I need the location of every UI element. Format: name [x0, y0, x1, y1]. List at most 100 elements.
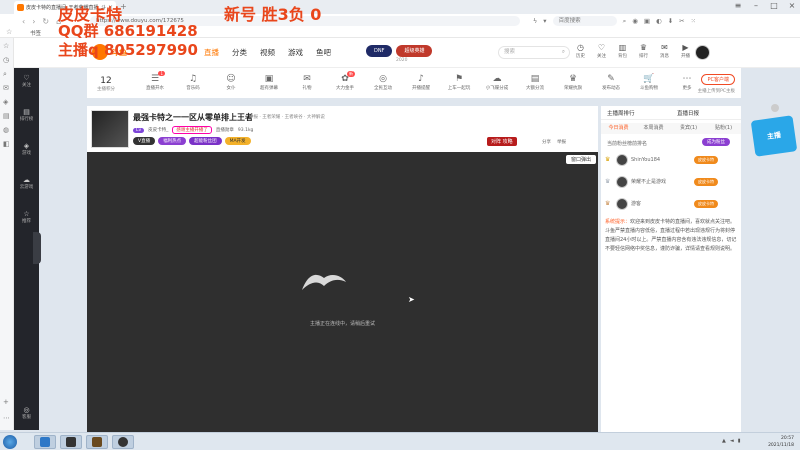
left-nav-follow[interactable]: ♡ 关注 — [14, 74, 39, 88]
video-player[interactable]: 窗口弹出 主播正在连线中，请稍后重试 ➤ — [87, 152, 598, 434]
game-icon[interactable]: ◈ — [3, 98, 8, 106]
tool-item[interactable]: ☁ 小飞碟分成 — [481, 73, 513, 91]
start-button-icon[interactable] — [3, 435, 17, 449]
tool-item[interactable]: ▣ 超有弹幕 — [253, 73, 285, 91]
nav-game[interactable]: 游戏 — [288, 47, 303, 58]
daily-report[interactable]: 直播日报 — [677, 109, 699, 117]
header-rank[interactable]: ♛ 排行 — [637, 43, 650, 59]
star-icon[interactable]: ☆ — [3, 42, 9, 50]
promo-banner[interactable]: DNF 超级英雄 — [366, 45, 433, 57]
minimize-icon[interactable]: – — [751, 1, 761, 10]
become-fan-button[interactable]: 成为粉丝 — [702, 138, 730, 146]
clock[interactable]: 20:57 2021/11/18 — [768, 435, 794, 449]
nav-live[interactable]: 直播 — [204, 47, 219, 58]
tool-item[interactable]: ✉ 礼物 — [291, 73, 323, 91]
floating-ad-icon[interactable]: 主播 — [750, 115, 798, 157]
tool-item[interactable]: ♛ 荣耀抗旗 — [557, 73, 589, 91]
taskbar-browser[interactable] — [34, 435, 56, 449]
sidebar-collapse-handle[interactable] — [33, 232, 41, 264]
search-icon[interactable]: ⌕ — [562, 47, 565, 58]
tool-item[interactable]: ⚑ 上车一起玩 — [443, 73, 475, 91]
download-icon[interactable]: ⬇ — [668, 17, 673, 25]
add-icon[interactable]: + — [3, 398, 9, 406]
pc-client-button[interactable]: PC客户端 — [701, 74, 735, 85]
nav-video[interactable]: 视频 — [260, 47, 275, 58]
left-nav-service[interactable]: ◎ 客服 — [14, 406, 39, 420]
mail-icon[interactable]: ✉ — [3, 84, 9, 92]
tool-item[interactable]: ♪ 开播提醒 — [405, 73, 437, 91]
cart-icon[interactable]: ◧ — [3, 140, 10, 148]
header-bag[interactable]: ▥ 背包 — [616, 43, 629, 59]
tag-fans[interactable]: 超能粉丝团 — [189, 137, 222, 145]
header-message[interactable]: ✉ 消息 — [658, 43, 671, 59]
taskbar-app-2[interactable] — [60, 435, 82, 449]
tool-item[interactable]: ◎ 全民互动 — [367, 73, 399, 91]
back-icon[interactable]: ‹ — [22, 17, 25, 26]
more-options-icon[interactable] — [771, 104, 779, 112]
room-cover-image[interactable] — [91, 110, 129, 148]
anchor-week-rank[interactable]: 主播周排行 — [607, 109, 635, 117]
fans-chip[interactable]: 感谢主播开播了 — [172, 126, 212, 134]
taskbar-app-4[interactable] — [112, 435, 134, 449]
rank-row[interactable]: ♛ 荣耀不止是游戏 皮皮卡特 — [605, 174, 737, 189]
note-icon[interactable]: ▤ — [3, 112, 10, 120]
extension-icon[interactable]: ▣ — [644, 17, 650, 25]
refresh-icon[interactable]: ↻ — [42, 17, 49, 26]
tag-welfare[interactable]: 福利热点 — [158, 137, 187, 145]
anchor-level[interactable]: 12 主播积分 — [91, 76, 121, 92]
tool-item[interactable]: ✿ 大力金手新 — [329, 71, 361, 91]
user-avatar[interactable] — [695, 45, 710, 60]
tool-item[interactable]: ♫ 音乐码 — [177, 73, 209, 91]
nav-category[interactable]: 分类 — [232, 47, 247, 58]
tab-vip[interactable]: 贵宾(1) — [671, 123, 706, 134]
popout-button[interactable]: 窗口弹出 — [565, 155, 596, 164]
tag-vlive[interactable]: V直播 — [133, 137, 156, 145]
volume-icon[interactable]: ◄ — [730, 438, 734, 444]
owner-name[interactable]: 皮皮卡特_ — [148, 127, 168, 133]
tag-ma[interactable]: MA开发 — [224, 137, 251, 145]
header-history[interactable]: ◷ 历史 — [574, 43, 587, 59]
left-nav-recommend[interactable]: ☆ 推荐 — [14, 210, 39, 224]
dropdown-icon[interactable]: ▾ — [543, 17, 546, 25]
close-window-icon[interactable]: × — [787, 1, 797, 10]
search-icon[interactable]: ⌕ — [623, 17, 627, 26]
rank-row[interactable]: ♛ ShinYou184 皮皮卡特 — [605, 152, 737, 167]
left-nav-game[interactable]: ◈ 游戏 — [14, 142, 39, 156]
tool-item[interactable]: 🛒 斗鱼购物 — [633, 73, 665, 91]
tool-item[interactable]: ✎ 发布动态 — [595, 73, 627, 91]
translate-icon[interactable]: ◐ — [656, 17, 662, 25]
header-broadcast[interactable]: ▶ 开播 — [679, 43, 692, 59]
nav-yuba[interactable]: 鱼吧 — [316, 47, 331, 58]
report-button[interactable]: 举报 — [557, 139, 566, 145]
clock-icon[interactable]: ◷ — [3, 56, 9, 64]
network-icon[interactable]: ▲ — [722, 438, 726, 444]
left-nav-cloudgame[interactable]: ☁ 云游戏 — [14, 176, 39, 190]
tab-week[interactable]: 本周消费 — [636, 123, 671, 134]
site-search-input[interactable]: 搜索 ⌕ — [498, 46, 570, 59]
tool-item[interactable]: ▤ 大额分流 — [519, 73, 551, 91]
menu-icon[interactable]: ≡ — [733, 1, 743, 10]
tool-item[interactable]: ☰ 直播开水 1 — [139, 71, 171, 91]
scissors-icon[interactable]: ✂ — [679, 17, 684, 25]
tool-item[interactable]: ☺ 女仆 — [215, 73, 247, 91]
left-nav-rank[interactable]: ▤ 排行榜 — [14, 108, 39, 122]
fight-button[interactable]: 对阵 攻略 — [487, 137, 517, 146]
battery-icon[interactable]: ▮ — [738, 438, 741, 444]
game-icon[interactable]: ◉ — [632, 17, 638, 25]
tab-fans[interactable]: 贴粉(1) — [706, 123, 741, 134]
share-button[interactable]: 分享 — [542, 139, 551, 145]
bolt-icon[interactable]: ϟ — [533, 17, 537, 25]
bookmark-item[interactable]: 书签 — [30, 29, 41, 37]
more-icon[interactable]: ⋯ — [3, 414, 10, 422]
search-icon[interactable]: ⌕ — [3, 70, 7, 79]
search-engine-box[interactable]: 百度搜索 — [552, 16, 617, 26]
rank-row[interactable]: ♛ 游客 皮皮卡特 — [605, 196, 737, 211]
bookmark-star-icon[interactable]: ☆ — [6, 28, 12, 36]
maximize-icon[interactable]: □ — [769, 1, 779, 10]
tab-today[interactable]: 今日消费 — [601, 123, 636, 134]
apps-icon[interactable]: ⁙ — [691, 17, 696, 25]
forward-icon[interactable]: › — [32, 17, 35, 26]
header-follow[interactable]: ♡ 关注 — [595, 43, 608, 59]
weibo-icon[interactable]: ◍ — [3, 126, 9, 134]
taskbar-app-3[interactable] — [86, 435, 108, 449]
